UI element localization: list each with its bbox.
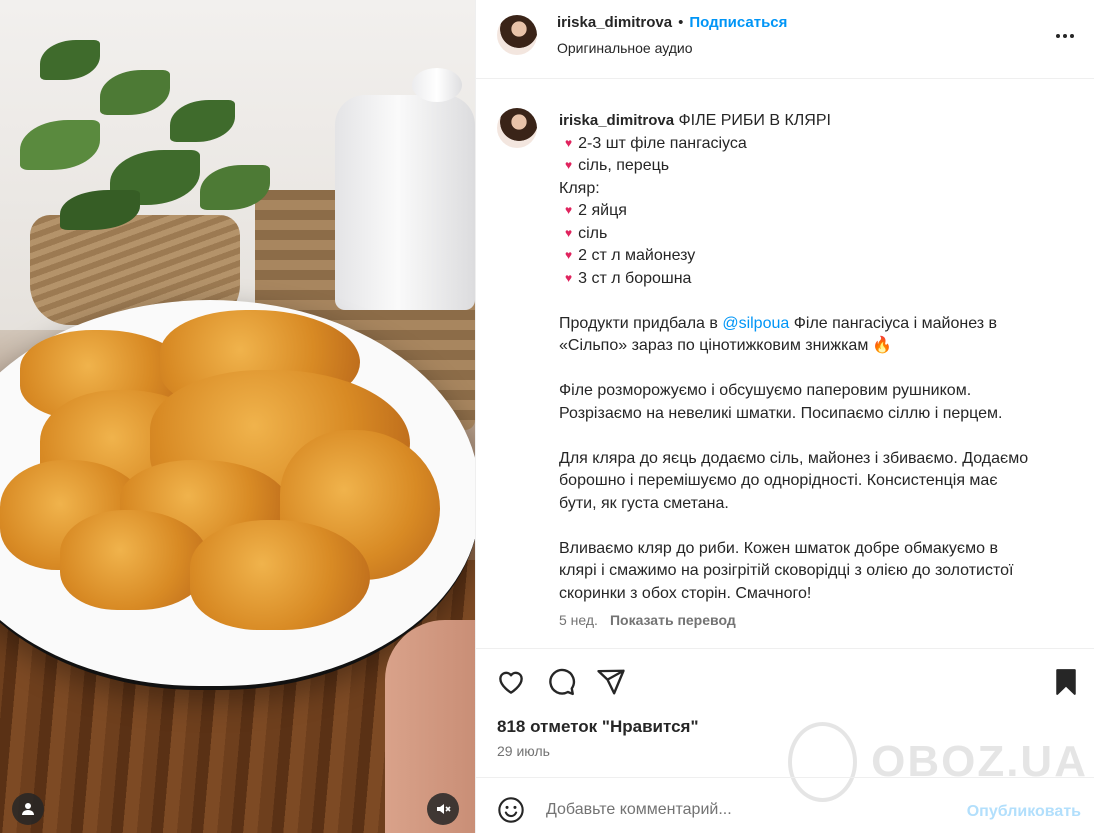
media-fish-piece: [60, 510, 210, 610]
more-icon: [1056, 34, 1074, 38]
header-user-line: iriska_dimitrova • Подписаться: [557, 14, 787, 32]
caption-paragraph-products: Продукти придбала в @silpoua Філе пангас…: [559, 313, 1079, 358]
user-icon: [22, 803, 34, 815]
caption-text: Продукти придбала в: [559, 314, 723, 332]
post-caption: iriska_dimitrova ФІЛЕ РИБИ В КЛЯРІ ♥ 2-3 …: [559, 110, 1079, 605]
batter-text: 2 ст л майонезу: [578, 247, 696, 264]
caption-title: ФІЛЕ РИБИ В КЛЯРІ: [678, 112, 831, 129]
caption-username[interactable]: iriska_dimitrova: [559, 112, 674, 129]
caption-text: бути, як густа сметана.: [559, 494, 729, 512]
caption-paragraph-frying: Вливаємо кляр до риби. Кожен шматок добр…: [559, 538, 1079, 606]
heart-bullet-icon: ♥: [565, 158, 573, 172]
media-jar: [335, 95, 475, 310]
separator-dot: •: [678, 14, 684, 31]
caption-avatar[interactable]: [497, 108, 537, 148]
media-fish-piece: [190, 520, 370, 630]
heart-icon: [499, 671, 523, 694]
emoji-icon: [498, 797, 524, 823]
fire-emoji-icon: 🔥: [872, 337, 893, 354]
heart-bullet-icon: ♥: [565, 270, 573, 285]
share-icon: [597, 669, 625, 695]
batter-text: 2 яйця: [578, 202, 627, 219]
caption-text: скоринки з обох сторін. Смачного!: [559, 584, 812, 602]
publish-button[interactable]: Опубликовать: [967, 803, 1081, 821]
heart-bullet-icon: ♥: [565, 225, 573, 240]
avatar[interactable]: [497, 15, 537, 55]
batter-item: ♥ 3 ст л борошна: [559, 268, 1079, 291]
emoji-button[interactable]: [497, 796, 525, 824]
heart-bullet-icon: ♥: [565, 248, 573, 262]
mute-icon: [437, 804, 451, 814]
batter-label: Кляр:: [559, 179, 600, 197]
ingredient-item: ♥ 2-3 шт філе пангасіуса: [559, 133, 1079, 156]
action-bar: [476, 648, 1094, 712]
translate-button[interactable]: Показать перевод: [610, 612, 736, 628]
caption-paragraph-batter: Для кляра до яєць додаємо сіль, майонез …: [559, 448, 1079, 516]
audio-link[interactable]: Оригинальное аудио: [557, 40, 693, 56]
comment-icon: [549, 668, 576, 696]
heart-bullet-icon: ♥: [565, 203, 573, 217]
save-button[interactable]: [1051, 667, 1081, 697]
author-username[interactable]: iriska_dimitrova: [557, 14, 672, 31]
batter-item: ♥ 2 яйця: [559, 200, 1079, 223]
likes-count[interactable]: 818 отметок "Нравится": [497, 717, 699, 737]
bookmark-icon: [1056, 669, 1076, 695]
follow-button[interactable]: Подписаться: [689, 14, 787, 31]
more-options-button[interactable]: [1053, 24, 1077, 48]
ingredient-item: ♥ сіль, перець: [559, 155, 1079, 178]
caption-text: Розрізаємо на невеликі шматки. Посипаємо…: [559, 404, 1003, 422]
mention-link[interactable]: @silpoua: [722, 315, 789, 332]
batter-text: сіль: [578, 224, 608, 242]
caption-paragraph-prep: Філе розморожуємо і обсушуємо паперовим …: [559, 380, 1079, 425]
caption-meta: 5 нед. Показать перевод: [559, 612, 736, 628]
caption-text: Вливаємо кляр до риби. Кожен шматок добр…: [559, 539, 998, 557]
caption-title-line: iriska_dimitrova ФІЛЕ РИБИ В КЛЯРІ: [559, 110, 1079, 133]
caption-text: клярі і смажимо на розігрітій сковорідці…: [559, 562, 1014, 579]
ingredient-text: 2-3 шт філе пангасіуса: [578, 134, 747, 152]
comment-input[interactable]: [546, 801, 946, 819]
share-button[interactable]: [596, 667, 626, 697]
post-date: 29 июль: [497, 743, 550, 759]
tagged-users-button[interactable]: [12, 793, 44, 825]
caption-text: Для кляра до яєць додаємо сіль, майонез …: [559, 449, 1029, 467]
batter-item: ♥ 2 ст л майонезу: [559, 245, 1079, 268]
post-media[interactable]: [0, 0, 475, 833]
caption-text: «Сільпо» зараз по цінотижковим знижкам: [559, 337, 869, 354]
batter-item: ♥ сіль: [559, 223, 1079, 246]
caption-text: Філе пангасіуса і майонез в: [789, 314, 998, 332]
post-details-panel: iriska_dimitrova • Подписаться Оригинально…: [475, 0, 1094, 833]
comment-button[interactable]: [546, 667, 576, 697]
comment-bar: Опубликовать: [476, 777, 1094, 833]
batter-text: 3 ст л борошна: [578, 269, 692, 287]
caption-text: Філе розморожуємо і обсушуємо паперовим …: [559, 382, 972, 399]
post-header: iriska_dimitrova • Подписаться Оригинально…: [476, 0, 1094, 79]
media-jar-lid: [412, 68, 462, 102]
ingredient-text: сіль, перець: [578, 157, 670, 174]
heart-bullet-icon: ♥: [565, 135, 573, 150]
caption-text: борошно і перемішуємо до однорідності. К…: [559, 472, 998, 489]
like-button[interactable]: [496, 667, 526, 697]
post-age[interactable]: 5 нед.: [559, 612, 598, 628]
mute-button[interactable]: [427, 793, 459, 825]
